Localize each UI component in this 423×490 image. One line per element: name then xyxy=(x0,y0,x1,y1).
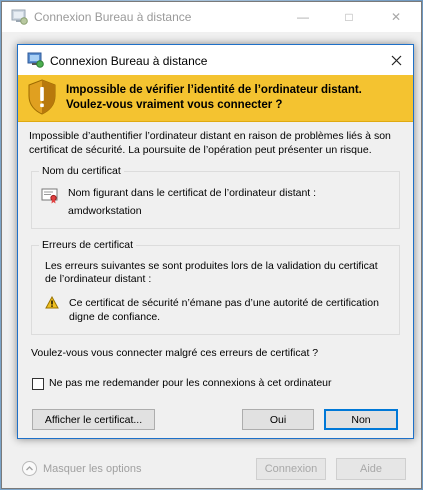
errors-intro-line1: Les erreurs suivantes se sont produites … xyxy=(45,260,378,272)
security-shield-warning-icon xyxy=(27,79,57,118)
help-button[interactable]: Aide xyxy=(336,458,406,480)
dialog-titlebar: Connexion Bureau à distance xyxy=(18,45,413,75)
error-line2: digne de confiance. xyxy=(69,311,161,323)
description-line2: certificat de sécurité. La poursuite de … xyxy=(29,144,372,156)
description-line1: Impossible d’authentifier l’ordinateur d… xyxy=(29,130,391,142)
connect-question: Voulez-vous vous connecter malgré ces er… xyxy=(31,347,319,359)
errors-intro-line2: de l’ordinateur distant : xyxy=(45,273,152,285)
no-button[interactable]: Non xyxy=(324,409,398,430)
dont-ask-again-checkbox[interactable] xyxy=(32,378,44,390)
close-button[interactable]: ✕ xyxy=(379,2,413,32)
parent-titlebar: Connexion Bureau à distance — □ ✕ xyxy=(2,2,421,32)
parent-bottom-bar: Masquer les options Connexion Aide xyxy=(2,448,421,488)
certificate-name-label: Nom figurant dans le certificat de l’ord… xyxy=(68,187,317,199)
minimize-button[interactable]: — xyxy=(286,2,320,32)
certificate-name-group-title: Nom du certificat xyxy=(39,165,124,177)
description-text: Impossible d’authentifier l’ordinateur d… xyxy=(29,129,404,157)
remote-desktop-app-icon xyxy=(11,9,28,28)
remote-desktop-app-icon xyxy=(27,52,44,71)
error-line1: Ce certificat de sécurité n’émane pas d’… xyxy=(69,297,379,309)
warning-heading-line2: Voulez-vous vraiment vous connecter ? xyxy=(66,99,283,111)
warning-banner: Impossible de vérifier l’identité de l’o… xyxy=(18,75,413,122)
maximize-button[interactable]: □ xyxy=(332,2,366,32)
certificate-errors-group-title: Erreurs de certificat xyxy=(39,239,137,251)
hide-options-label: Masquer les options xyxy=(43,462,142,475)
dialog-close-button[interactable] xyxy=(379,45,413,75)
parent-window-title: Connexion Bureau à distance xyxy=(34,10,192,24)
warning-triangle-icon xyxy=(45,295,59,312)
connect-button[interactable]: Connexion xyxy=(256,458,326,480)
view-certificate-button[interactable]: Afficher le certificat... xyxy=(32,409,155,430)
warning-heading-line1: Impossible de vérifier l’identité de l’o… xyxy=(66,84,362,96)
close-icon xyxy=(391,55,401,65)
certificate-warning-dialog: Connexion Bureau à distance Impossible d… xyxy=(17,44,414,439)
certificate-name-value: amdworkstation xyxy=(68,205,142,217)
certificate-icon xyxy=(41,188,59,207)
yes-button[interactable]: Oui xyxy=(242,409,314,430)
certificate-errors-group: Erreurs de certificat Les erreurs suivan… xyxy=(31,239,400,335)
hide-options-toggle[interactable]: Masquer les options xyxy=(22,461,141,476)
chevron-up-icon xyxy=(22,461,37,476)
certificate-name-group: Nom du certificat Nom figurant dans le c… xyxy=(31,165,400,229)
dialog-title: Connexion Bureau à distance xyxy=(50,54,208,68)
dont-ask-again-label[interactable]: Ne pas me redemander pour les connexions… xyxy=(49,377,332,389)
